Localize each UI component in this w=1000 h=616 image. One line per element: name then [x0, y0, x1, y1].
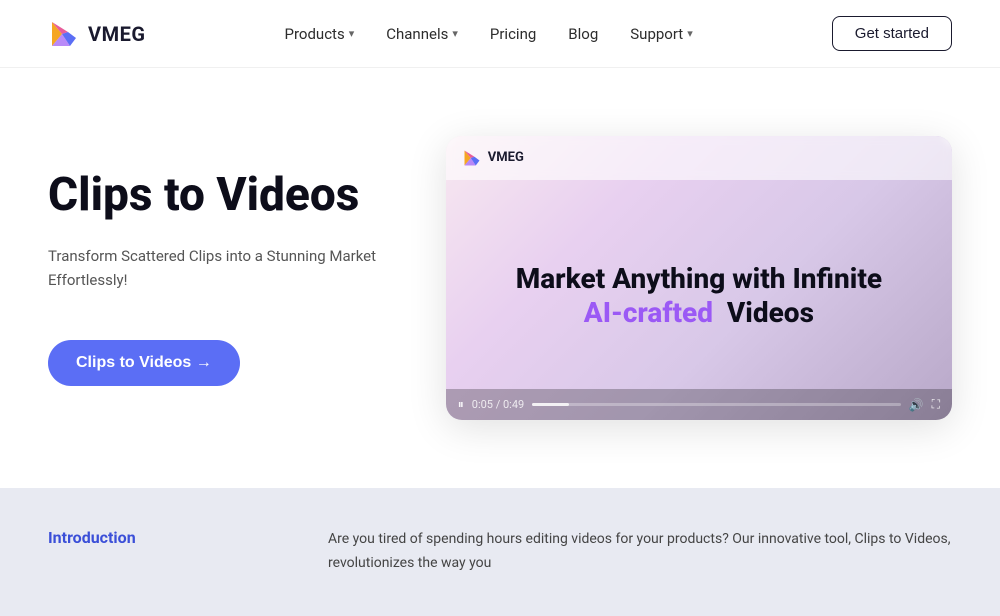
fullscreen-icon[interactable]: ⛶: [932, 397, 940, 412]
nav-channels[interactable]: Channels ▾: [374, 17, 470, 51]
hero-right: VMEG Market Anything with Infinite AI-cr…: [446, 136, 952, 421]
bottom-right: Are you tired of spending hours editing …: [328, 528, 952, 576]
bottom-section: Introduction Are you tired of spending h…: [0, 488, 1000, 616]
intro-text: Are you tired of spending hours editing …: [328, 528, 952, 576]
hero-left: Clips to Videos Transform Scattered Clip…: [48, 170, 392, 387]
logo-link[interactable]: VMEG: [48, 18, 145, 50]
hero-cta-button[interactable]: Clips to Videos →: [48, 340, 240, 386]
video-content: Market Anything with Infinite AI-crafted…: [446, 180, 952, 421]
nav-pricing[interactable]: Pricing: [478, 17, 548, 51]
volume-icon[interactable]: 🔊: [909, 398, 924, 412]
video-card: VMEG Market Anything with Infinite AI-cr…: [446, 136, 952, 421]
navbar: VMEG Products ▾ Channels ▾ Pricing Blog …: [0, 0, 1000, 68]
nav-products[interactable]: Products ▾: [273, 17, 367, 51]
bottom-left: Introduction: [48, 528, 248, 576]
video-logo-text: VMEG: [488, 150, 524, 165]
video-headline-accent: AI-crafted: [584, 296, 713, 329]
video-controls: ⏸ 0:05 / 0:49 🔊 ⛶: [446, 389, 952, 420]
chevron-down-icon: ▾: [349, 27, 355, 40]
video-top-bar: VMEG: [446, 136, 952, 180]
hero-title: Clips to Videos: [48, 170, 392, 221]
intro-label: Introduction: [48, 528, 248, 547]
progress-bar[interactable]: [532, 403, 900, 406]
nav-blog[interactable]: Blog: [556, 17, 610, 51]
video-headline: Market Anything with Infinite AI-crafted…: [516, 262, 882, 329]
nav-links: Products ▾ Channels ▾ Pricing Blog Suppo…: [273, 17, 705, 51]
video-time: 0:05 / 0:49: [472, 398, 524, 411]
hero-section: Clips to Videos Transform Scattered Clip…: [0, 68, 1000, 488]
video-logo-icon: [462, 148, 482, 168]
logo-text: VMEG: [88, 22, 145, 46]
nav-support[interactable]: Support ▾: [618, 17, 704, 51]
hero-subtitle: Transform Scattered Clips into a Stunnin…: [48, 244, 392, 292]
chevron-down-icon: ▾: [452, 27, 458, 40]
progress-fill: [532, 403, 569, 406]
logo-icon: [48, 18, 80, 50]
get-started-button[interactable]: Get started: [832, 16, 952, 51]
chevron-down-icon: ▾: [687, 27, 693, 40]
pause-icon[interactable]: ⏸: [458, 397, 464, 412]
